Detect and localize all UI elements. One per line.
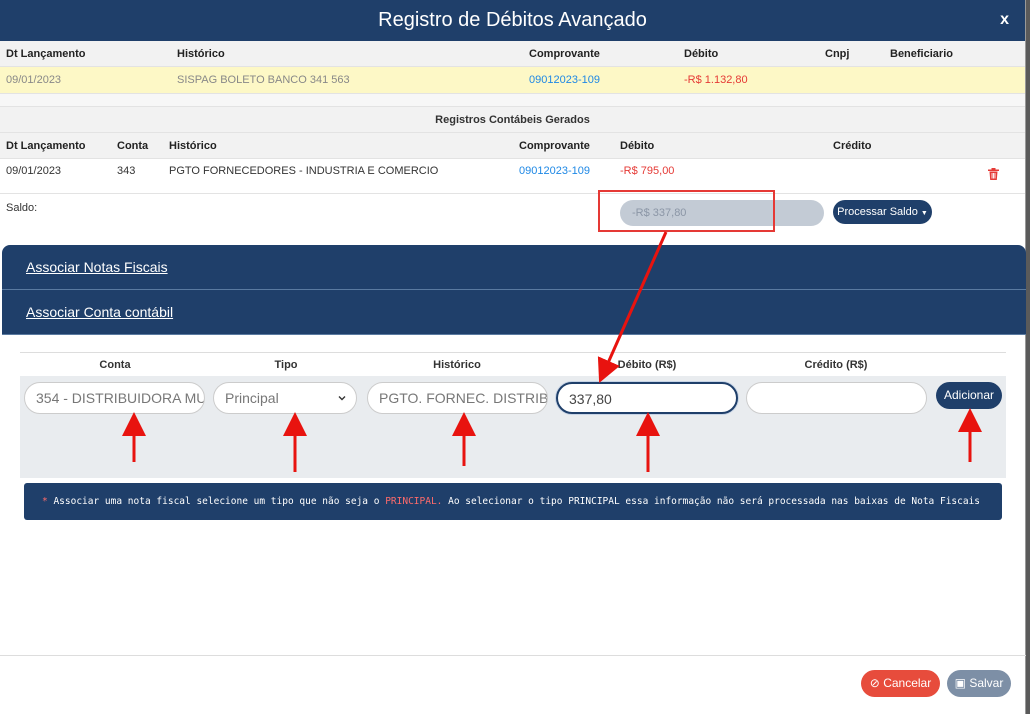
cancel-label: Cancelar (883, 676, 932, 690)
col-comprovante: Comprovante (519, 140, 590, 152)
modal-dialog: Registro de Débitos Avançado x Dt Lançam… (0, 0, 1026, 714)
cell-debito: -R$ 795,00 (620, 165, 675, 177)
accordion-associar-notas[interactable]: Associar Notas Fiscais (2, 245, 1026, 290)
col-historico: Histórico (169, 140, 217, 152)
accordion-associar-notas-label[interactable]: Associar Notas Fiscais (26, 259, 168, 275)
notice-highlight: PRINCIPAL. (385, 496, 443, 507)
col-conta: Conta (117, 140, 149, 152)
info-notice: * Associar uma nota fiscal selecione um … (24, 483, 1002, 520)
col-dt-lancamento: Dt Lançamento (6, 48, 86, 60)
tipo-select-value: Principal (225, 390, 279, 406)
form-col-debito: Débito (R$) (617, 359, 677, 371)
form-header: Conta Tipo Histórico Débito (R$) Crédito… (20, 352, 1006, 376)
cell-comprovante-link[interactable]: 09012023-109 (529, 67, 600, 94)
form-col-conta: Conta (99, 359, 131, 371)
accordion: Associar Notas Fiscais Associar Conta co… (2, 245, 1026, 335)
table-row[interactable]: 09/01/2023 SISPAG BOLETO BANCO 341 563 0… (0, 67, 1025, 94)
divider (0, 94, 1025, 107)
cancel-button[interactable]: ⊘ Cancelar (861, 670, 940, 697)
modal-header: Registro de Débitos Avançado x (0, 0, 1025, 41)
processar-saldo-button[interactable]: Processar Saldo ▼ (833, 200, 932, 224)
cell-conta: 343 (117, 165, 136, 177)
footer-divider (0, 655, 1026, 656)
cell-date: 09/01/2023 (6, 74, 62, 86)
historico-input[interactable]: PGTO. FORNEC. DISTRIB (367, 382, 548, 414)
floppy-icon: ▣ (954, 676, 966, 690)
debito-input[interactable]: 337,80 (556, 382, 738, 414)
generated-records-title: Registros Contábeis Gerados (0, 107, 1025, 133)
notice-text-1: Associar uma nota fiscal selecione um ti… (47, 496, 386, 507)
cell-historico: PGTO FORNECEDORES - INDUSTRIA E COMERCIO (169, 165, 439, 177)
col-comprovante: Comprovante (529, 48, 600, 60)
cell-comprovante-link[interactable]: 09012023-109 (519, 159, 590, 183)
saldo-label: Saldo: (6, 202, 38, 214)
save-button[interactable]: ▣ Salvar (947, 670, 1011, 697)
col-cnpj: Cnpj (825, 48, 850, 60)
save-label: Salvar (969, 676, 1004, 690)
close-button[interactable]: x (1000, 11, 1009, 29)
processar-saldo-label: Processar Saldo (837, 206, 918, 218)
chevron-down-icon (338, 396, 346, 401)
col-debito: Débito (620, 140, 655, 152)
col-debito: Débito (684, 48, 719, 60)
generated-table-header: Dt Lançamento Conta Histórico Comprovant… (0, 133, 1025, 159)
adicionar-button[interactable]: Adicionar (936, 382, 1002, 409)
trash-icon[interactable] (988, 168, 999, 180)
top-table-header: Dt Lançamento Histórico Comprovante Débi… (0, 41, 1025, 67)
conta-input[interactable]: 354 - DISTRIBUIDORA MU (24, 382, 205, 414)
saldo-input (620, 200, 824, 226)
notice-text-2: Ao selecionar o tipo PRINCIPAL essa info… (442, 496, 981, 507)
accordion-associar-conta[interactable]: Associar Conta contábil (2, 290, 1026, 335)
ban-icon: ⊘ (869, 676, 880, 690)
form-col-tipo: Tipo (274, 359, 298, 371)
tipo-select[interactable]: Principal (213, 382, 357, 414)
col-credito: Crédito (833, 140, 872, 152)
form-body: 354 - DISTRIBUIDORA MU Principal PGTO. F… (20, 376, 1006, 478)
cell-debito: -R$ 1.132,80 (684, 74, 748, 86)
cell-date: 09/01/2023 (6, 165, 62, 177)
cell-historico: SISPAG BOLETO BANCO 341 563 (177, 74, 350, 86)
col-beneficiario: Beneficiario (890, 48, 953, 60)
associar-conta-form: Conta Tipo Histórico Débito (R$) Crédito… (20, 352, 1006, 478)
saldo-area: Saldo: Processar Saldo ▼ (0, 194, 1025, 245)
form-col-credito: Crédito (R$) (804, 359, 868, 371)
credito-input[interactable] (746, 382, 927, 414)
col-dt-lancamento: Dt Lançamento (6, 140, 86, 152)
table-row: 09/01/2023 343 PGTO FORNECEDORES - INDUS… (0, 159, 1025, 194)
accordion-associar-conta-label[interactable]: Associar Conta contábil (26, 304, 173, 320)
modal-title: Registro de Débitos Avançado (378, 9, 647, 31)
caret-down-icon: ▼ (920, 210, 928, 217)
col-historico: Histórico (177, 48, 225, 60)
form-col-historico: Histórico (433, 359, 481, 371)
